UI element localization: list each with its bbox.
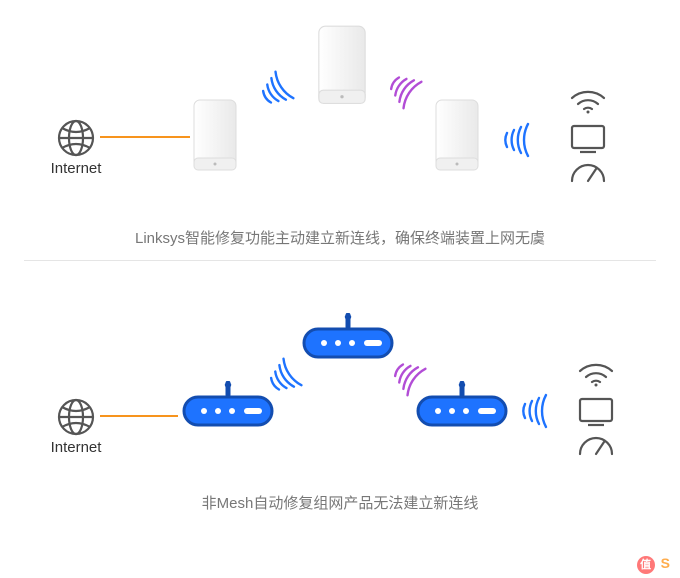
caption-top: Linksys智能修复功能主动建立新连线，确保终端装置上网无虞 bbox=[0, 227, 680, 248]
watermark-text: S bbox=[661, 555, 670, 571]
panel-linksys: Internet bbox=[0, 8, 680, 248]
divider bbox=[24, 260, 656, 261]
wifi-link-3-dev bbox=[490, 120, 548, 160]
velop-node-2 bbox=[314, 24, 370, 110]
caption-bottom: 非Mesh自动修复组网产品无法建立新连线 bbox=[0, 492, 680, 513]
velop-node-3 bbox=[432, 98, 482, 176]
wifi-link-2-3 bbox=[376, 70, 434, 110]
wifi-link-2-3 bbox=[380, 357, 438, 397]
wifi-link-1-2 bbox=[248, 70, 306, 110]
globe-icon bbox=[56, 397, 96, 442]
velop-node-1 bbox=[190, 98, 240, 176]
gauge-icon bbox=[568, 159, 608, 183]
internet-label: Internet bbox=[46, 160, 106, 177]
wifi-link-3-dev bbox=[508, 391, 566, 431]
device-stack bbox=[576, 361, 616, 456]
device-stack bbox=[568, 88, 608, 183]
diagram-frame: Internet bbox=[0, 8, 680, 578]
monitor-icon bbox=[568, 123, 608, 155]
monitor-icon bbox=[576, 396, 616, 428]
wifi-icon bbox=[568, 88, 608, 114]
watermark-badge: 值 bbox=[637, 556, 655, 574]
wire-link bbox=[100, 415, 178, 417]
gauge-icon bbox=[576, 432, 616, 456]
router-2 bbox=[298, 313, 398, 363]
panel-nonmesh: Internet bbox=[0, 273, 680, 513]
wifi-link-1-2 bbox=[256, 357, 314, 397]
wifi-icon bbox=[576, 361, 616, 387]
wire-link bbox=[100, 136, 190, 138]
internet-label: Internet bbox=[46, 439, 106, 456]
watermark: 值S bbox=[637, 555, 670, 574]
globe-icon bbox=[56, 118, 96, 163]
